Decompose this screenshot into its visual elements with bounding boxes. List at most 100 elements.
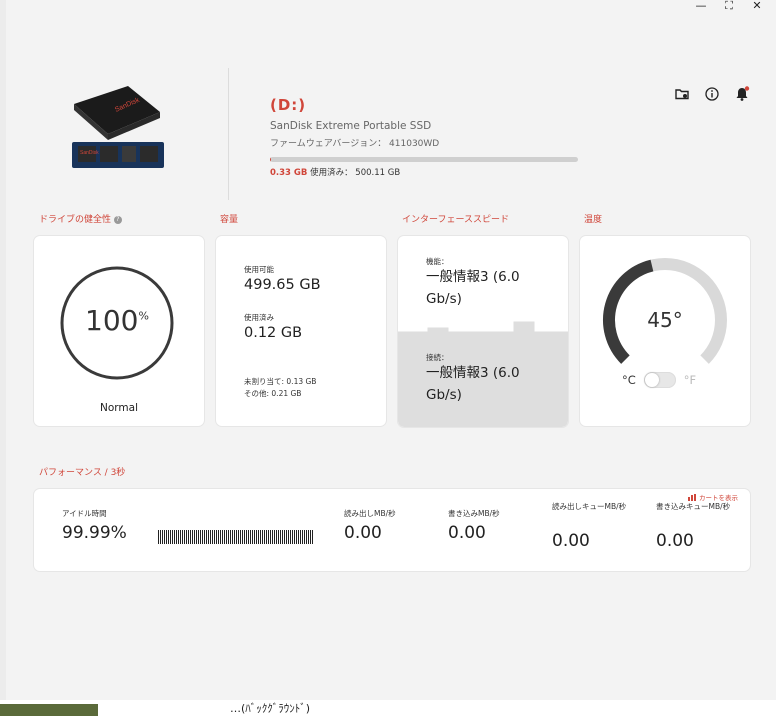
- used-value: 0.12 GB: [244, 325, 303, 341]
- firmware-version: ファームウェアバージョン： 411030WD: [270, 139, 440, 149]
- activity-tick: [280, 530, 281, 544]
- activity-tick: [228, 530, 229, 544]
- health-value: 100%: [60, 304, 174, 337]
- activity-tick: [160, 530, 161, 544]
- activity-tick: [248, 530, 249, 544]
- capacity-title: 容量: [220, 215, 239, 225]
- activity-tick: [212, 530, 213, 544]
- activity-tick: [180, 530, 181, 544]
- activity-tick: [174, 530, 175, 544]
- health-title: ドライブの健全性 ?: [39, 212, 122, 225]
- drive-header: SanDisk SanDisk (D:) SanDisk Extreme Por…: [6, 20, 776, 200]
- activity-tick: [218, 530, 219, 544]
- activity-tick: [270, 530, 271, 544]
- activity-tick: [190, 530, 191, 544]
- activity-tick: [282, 530, 283, 544]
- background-text: …(ﾊﾞｯｸｸﾞﾗｳﾝﾄﾞ): [230, 702, 311, 715]
- activity-tick: [252, 530, 253, 544]
- activity-tick: [258, 530, 259, 544]
- used-label: 使用済み: [244, 313, 274, 322]
- write-value: 0.00: [448, 523, 486, 543]
- drive-name: SanDisk Extreme Portable SSD: [270, 120, 432, 132]
- activity-tick: [158, 530, 159, 544]
- close-icon[interactable]: ✕: [750, 0, 764, 14]
- background-thumbnail: [0, 704, 98, 716]
- idle-value: 99.99%: [62, 523, 127, 543]
- activity-tick: [310, 530, 311, 544]
- activity-tick: [234, 530, 235, 544]
- unallocated-value: 未割り当て: 0.13 GB: [244, 377, 317, 386]
- temperature-unit-toggle-row: °C °F: [622, 372, 696, 388]
- activity-tick: [246, 530, 247, 544]
- temperature-value: 45°: [647, 308, 683, 332]
- health-title-text: ドライブの健全性: [39, 215, 112, 225]
- health-status: Normal: [100, 402, 138, 414]
- bell-icon[interactable]: [734, 86, 750, 102]
- interface-connection-section: 接続： 一般情報3 (6.0 Gb/s): [398, 332, 568, 427]
- activity-tick: [256, 530, 257, 544]
- activity-tick: [260, 530, 261, 544]
- activity-tick: [232, 530, 233, 544]
- write-label: 書き込みMB/秒: [448, 509, 500, 518]
- capacity-card: 使用可能 499.65 GB 使用済み 0.12 GB 未割り当て: 0.13 …: [216, 236, 386, 426]
- maximize-icon[interactable]: ⛶: [722, 0, 736, 14]
- other-value: その他: 0.21 GB: [244, 389, 302, 398]
- total-amount: 使用済み： 500.11 GB: [307, 168, 401, 178]
- health-number: 100: [85, 304, 139, 337]
- activity-tick: [242, 530, 243, 544]
- write-queue-label: 書き込みキューMB/秒: [656, 502, 731, 511]
- folder-settings-icon[interactable]: [674, 86, 690, 102]
- read-queue-value: 0.00: [552, 531, 590, 551]
- used-amount: 0.33 GB: [270, 168, 308, 178]
- activity-tick: [274, 530, 275, 544]
- help-icon[interactable]: ?: [113, 215, 122, 224]
- activity-tick: [236, 530, 237, 544]
- activity-tick: [178, 530, 179, 544]
- activity-tick: [226, 530, 227, 544]
- celsius-label: °C: [622, 373, 636, 387]
- activity-tick: [176, 530, 177, 544]
- minimize-icon[interactable]: —: [694, 0, 708, 14]
- header-icons: [674, 86, 750, 102]
- available-label: 使用可能: [244, 265, 274, 274]
- activity-tick: [210, 530, 211, 544]
- activity-tick: [204, 530, 205, 544]
- activity-tick: [262, 530, 263, 544]
- usage-bar-fill: [270, 157, 271, 162]
- activity-tick: [164, 530, 165, 544]
- activity-tick: [182, 530, 183, 544]
- activity-tick: [300, 530, 301, 544]
- activity-tick: [312, 530, 313, 544]
- app-window: — ⛶ ✕ SanDisk SanDisk (D:) SanDisk Extre…: [6, 0, 776, 700]
- unit-toggle[interactable]: [643, 372, 676, 388]
- activity-tick: [290, 530, 291, 544]
- activity-tick: [296, 530, 297, 544]
- activity-tick: [294, 530, 295, 544]
- activity-tick: [272, 530, 273, 544]
- drive-letter: (D:): [270, 96, 307, 114]
- activity-tick: [202, 530, 203, 544]
- idle-label: アイドル時間: [62, 509, 107, 518]
- performance-title: パフォーマンス / 3秒: [39, 468, 126, 478]
- activity-tick: [200, 530, 201, 544]
- activity-tick: [266, 530, 267, 544]
- interface-card: 機能： 一般情報3 (6.0 Gb/s) 接続： 一般情報3 (6.0 Gb/s…: [398, 236, 568, 427]
- activity-tick: [186, 530, 187, 544]
- activity-tick: [214, 530, 215, 544]
- toggle-knob: [644, 373, 659, 387]
- activity-tick: [276, 530, 277, 544]
- idle-activity-graph: [158, 530, 313, 544]
- activity-tick: [184, 530, 185, 544]
- fahrenheit-label: °F: [683, 373, 697, 387]
- activity-tick: [288, 530, 289, 544]
- activity-tick: [170, 530, 171, 544]
- activity-tick: [222, 530, 223, 544]
- activity-tick: [244, 530, 245, 544]
- info-icon[interactable]: [704, 86, 720, 102]
- activity-tick: [264, 530, 265, 544]
- temperature-card: 45° °C °F: [580, 236, 750, 426]
- activity-tick: [292, 530, 293, 544]
- performance-card: カートを表示 アイドル時間 99.99% 読み出しMB/秒 0.00 書き込みM…: [34, 489, 750, 571]
- write-queue-value: 0.00: [656, 531, 694, 551]
- activity-tick: [278, 530, 279, 544]
